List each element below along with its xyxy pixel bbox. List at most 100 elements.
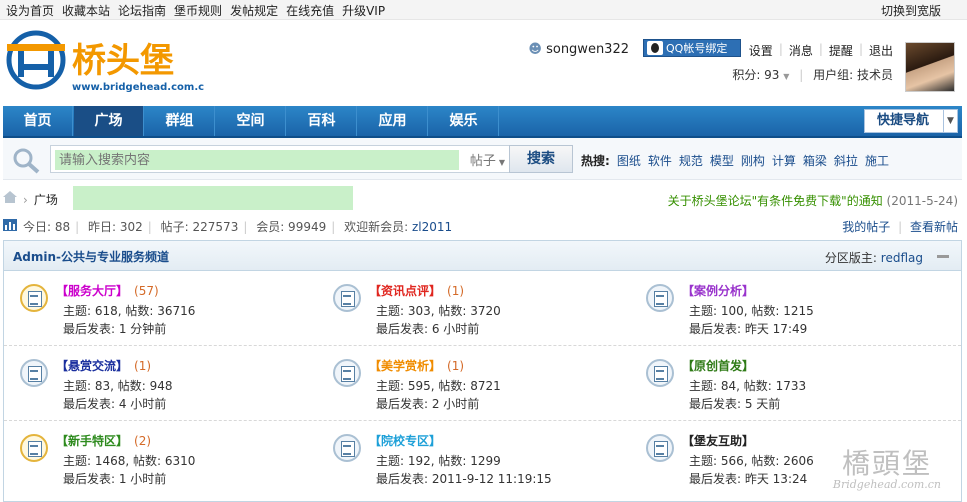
quick-nav-label: 快捷导航: [877, 113, 930, 128]
set-homepage-link[interactable]: 设为首页: [6, 2, 54, 19]
forum-last-post: 最后发表: 1 分钟前: [63, 320, 166, 337]
hot-search-link[interactable]: 计算: [772, 152, 796, 169]
breadcrumb-current[interactable]: 广场: [34, 193, 58, 207]
forum-guide-link[interactable]: 论坛指南: [118, 2, 166, 19]
forum-name-link[interactable]: 【堡友互助】: [682, 434, 754, 448]
site-logo[interactable]: 桥头堡 www.bridgehead.com.cn: [4, 30, 211, 96]
settings-link[interactable]: 设置: [749, 42, 773, 59]
forum-icon[interactable]: [20, 284, 48, 312]
forum-name-link[interactable]: 【新手特区】: [56, 434, 128, 448]
forum-icon[interactable]: [333, 359, 361, 387]
forum-last-post: 最后发表: 5 天前: [689, 395, 780, 412]
forum-name-link[interactable]: 【服务大厅】: [56, 284, 128, 298]
nav-home[interactable]: 首页: [3, 106, 73, 136]
last-post-link[interactable]: 最后发表: 6 小时前: [376, 322, 479, 336]
forum-new-count: (1): [447, 359, 465, 373]
forum-icon[interactable]: [333, 434, 361, 462]
forum-name-link[interactable]: 【院校专区】: [369, 434, 441, 448]
notice-link[interactable]: 关于桥头堡论坛"有条件免费下载"的通知: [668, 194, 883, 208]
forum-icon[interactable]: [333, 284, 361, 312]
hot-search-link[interactable]: 规范: [679, 152, 703, 169]
forum-icon[interactable]: [646, 284, 674, 312]
hot-search-link[interactable]: 斜拉: [834, 152, 858, 169]
last-post-link[interactable]: 最后发表: 2011-9-12 11:19:15: [376, 472, 552, 486]
new-posts-link[interactable]: 查看新帖: [910, 220, 958, 234]
avatar[interactable]: [905, 42, 955, 92]
forum-topics: 主题: 84, 帖数: 1733: [689, 379, 807, 393]
nav-plaza[interactable]: 广场: [74, 106, 144, 136]
top-bar: 设为首页 收藏本站 论坛指南 堡币规则 发帖规定 在线充值 升级VIP 切换到宽…: [0, 0, 967, 20]
forum-name-link[interactable]: 【原创首发】: [682, 359, 754, 373]
forum-last-post: 最后发表: 昨天 17:49: [689, 320, 807, 337]
home-icon[interactable]: [3, 191, 17, 203]
forum-topics: 主题: 618, 帖数: 36716: [63, 304, 196, 318]
forum-title: 【新手特区】 (2): [56, 432, 151, 449]
last-post-link[interactable]: 最后发表: 1 小时前: [63, 472, 166, 486]
forum-icon[interactable]: [20, 434, 48, 462]
forum-last-post: 最后发表: 6 小时前: [376, 320, 479, 337]
search-type-select[interactable]: 帖子 ▼: [470, 150, 505, 169]
forum-name-link[interactable]: 【悬赏交流】: [56, 359, 128, 373]
chevron-right-icon: ›: [23, 193, 28, 207]
bookmark-link[interactable]: 收藏本站: [62, 2, 110, 19]
hot-searches: 热搜: 图纸 软件 规范 模型 刚构 计算 箱梁 斜拉 施工: [581, 152, 889, 169]
my-posts-link[interactable]: 我的帖子: [842, 220, 890, 234]
logout-link[interactable]: 退出: [869, 42, 893, 59]
reminders-link[interactable]: 提醒: [829, 42, 853, 59]
last-post-link[interactable]: 最后发表: 4 小时前: [63, 397, 166, 411]
welcome-label: 欢迎新会员:: [344, 220, 409, 234]
posting-rules-link[interactable]: 发帖规定: [230, 2, 278, 19]
hot-search-link[interactable]: 图纸: [617, 152, 641, 169]
forum-name-link[interactable]: 【美学赏析】: [369, 359, 441, 373]
hot-search-link[interactable]: 软件: [648, 152, 672, 169]
forum-last-post: 最后发表: 2 小时前: [376, 395, 479, 412]
forum-icon[interactable]: [646, 434, 674, 462]
svg-text:桥头堡: 桥头堡: [72, 41, 174, 81]
stat-posts: 帖子: 227573: [160, 220, 239, 234]
last-post-link[interactable]: 最后发表: 2 小时前: [376, 397, 479, 411]
last-post-link[interactable]: 最后发表: 昨天 13:24: [689, 472, 807, 486]
forum-icon[interactable]: [20, 359, 48, 387]
search-button[interactable]: 搜索: [509, 145, 573, 173]
hot-search-link[interactable]: 施工: [865, 152, 889, 169]
search-type-label: 帖子: [469, 154, 496, 169]
svg-text:www.bridgehead.com.cn: www.bridgehead.com.cn: [72, 82, 204, 93]
qq-bind-button[interactable]: QQ帐号绑定: [643, 39, 741, 57]
nav-wiki[interactable]: 百科: [287, 106, 357, 136]
nav-apps[interactable]: 应用: [358, 106, 428, 136]
search-input[interactable]: [55, 150, 459, 170]
hot-search-link[interactable]: 箱梁: [803, 152, 827, 169]
hot-search-link[interactable]: 刚构: [741, 152, 765, 169]
user-group: 用户组: 技术员: [813, 68, 893, 82]
collapse-icon[interactable]: [937, 255, 949, 258]
forum-name-link[interactable]: 【案例分析】: [682, 284, 754, 298]
forum-row: 【悬赏交流】 (1) 主题: 83, 帖数: 948 最后发表: 4 小时前 【美学赏析…: [4, 347, 961, 421]
newest-member-link[interactable]: zl2011: [412, 220, 452, 234]
hot-search-link[interactable]: 模型: [710, 152, 734, 169]
last-post-link[interactable]: 最后发表: 1 分钟前: [63, 322, 166, 336]
forum-row: 【新手特区】 (2) 主题: 1468, 帖数: 6310 最后发表: 1 小时前 【院…: [4, 422, 961, 496]
chevron-down-icon: ▼: [498, 158, 505, 167]
coin-rules-link[interactable]: 堡币规则: [174, 2, 222, 19]
panel-title[interactable]: Admin-公共与专业服务频道: [13, 248, 169, 265]
last-post-link[interactable]: 最后发表: 昨天 17:49: [689, 322, 807, 336]
upgrade-vip-link[interactable]: 升级VIP: [342, 2, 385, 19]
switch-wide-link[interactable]: 切换到宽版: [881, 2, 941, 19]
username-link[interactable]: ☻ songwen322: [528, 42, 629, 57]
stat-members: 会员: 99949: [256, 220, 327, 234]
stat-today: 今日: 88: [23, 220, 71, 234]
forum-title: 【资讯点评】 (1): [369, 282, 464, 299]
recharge-link[interactable]: 在线充值: [286, 2, 334, 19]
nav-entertainment[interactable]: 娱乐: [429, 106, 499, 136]
search-icon: [13, 148, 40, 174]
chevron-down-icon: ▼: [943, 110, 957, 132]
forum-icon[interactable]: [646, 359, 674, 387]
nav-space[interactable]: 空间: [216, 106, 286, 136]
forum-name-link[interactable]: 【资讯点评】: [369, 284, 441, 298]
messages-link[interactable]: 消息: [789, 42, 813, 59]
moderator-link[interactable]: redflag: [881, 251, 923, 265]
nav-groups[interactable]: 群组: [145, 106, 215, 136]
last-post-link[interactable]: 最后发表: 5 天前: [689, 397, 780, 411]
points-link[interactable]: 积分: 93: [732, 68, 779, 82]
quick-nav-button[interactable]: 快捷导航 ▼: [864, 109, 958, 133]
